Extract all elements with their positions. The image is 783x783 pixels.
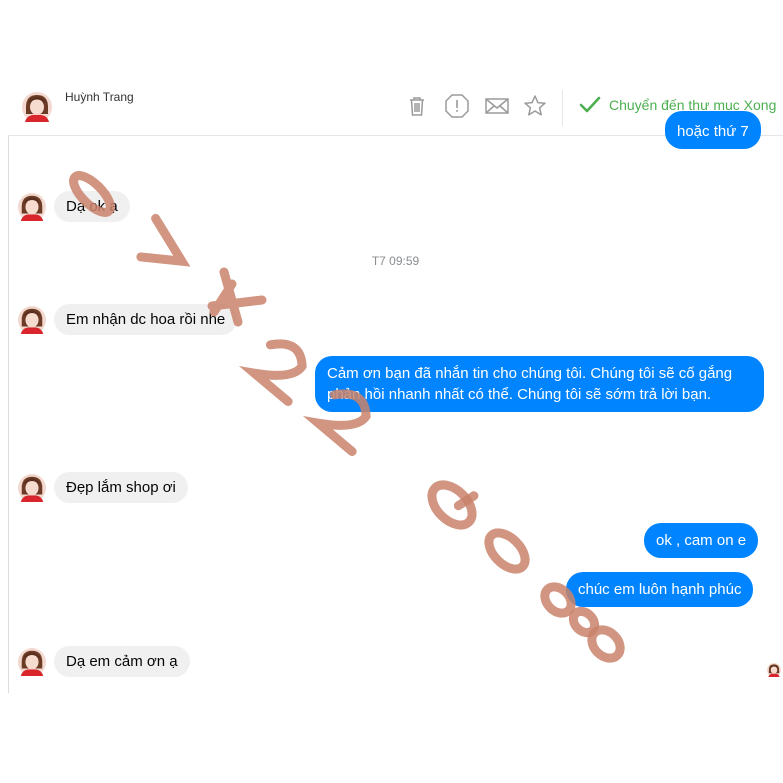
message-bubble-incoming[interactable]: Dạ ok ạ (54, 191, 130, 222)
mail-icon[interactable] (484, 93, 510, 119)
message-timestamp: T7 09:59 (371, 254, 420, 268)
contact-avatar[interactable] (18, 648, 46, 676)
trash-icon[interactable] (404, 93, 430, 119)
message-panel: Huỳnh Trang Chuyển đến thư mục Xong hoặc… (8, 88, 783, 693)
message-row-incoming: Dạ em cảm ơn ạ (18, 646, 190, 677)
message-row-incoming: Dạ ok ạ (18, 191, 130, 222)
message-text: hoặc thứ 7 (677, 123, 749, 140)
message-bubble-outgoing[interactable]: ok , cam on e (644, 523, 759, 558)
header-divider (562, 90, 563, 126)
contact-avatar[interactable] (18, 306, 46, 334)
star-icon[interactable] (522, 93, 548, 119)
message-row-incoming: Đẹp lắm shop ơi (18, 472, 188, 503)
seen-avatar (767, 663, 781, 677)
checkmark-icon (579, 96, 601, 113)
message-bubble-incoming[interactable]: Đẹp lắm shop ơi (54, 472, 188, 503)
contact-avatar[interactable] (18, 474, 46, 502)
message-row-incoming: Em nhận dc hoa rồi nhe (18, 304, 238, 335)
contact-avatar[interactable] (18, 193, 46, 221)
report-icon[interactable] (444, 93, 470, 119)
message-bubble-incoming[interactable]: Em nhận dc hoa rồi nhe (54, 304, 238, 335)
message-bubble-outgoing[interactable]: Cảm ơn bạn đã nhắn tin cho chúng tôi. Ch… (315, 356, 764, 412)
message-bubble-outgoing[interactable]: chúc em luôn hạnh phúc (566, 572, 754, 607)
message-bubble-incoming[interactable]: Dạ em cảm ơn ạ (54, 646, 190, 677)
message-bubble-outgoing-partial[interactable]: hoặc thứ 7 (665, 111, 761, 149)
contact-avatar[interactable] (22, 92, 52, 122)
contact-name[interactable]: Huỳnh Trang (65, 90, 134, 104)
panel-divider (8, 88, 9, 693)
